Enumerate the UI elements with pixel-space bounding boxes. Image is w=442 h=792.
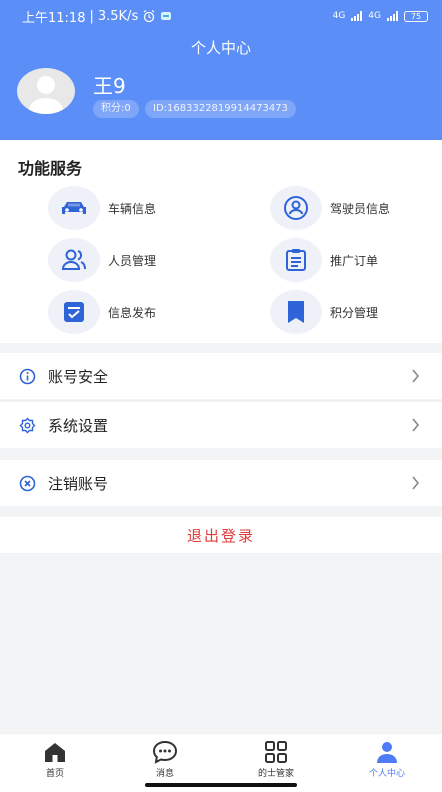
service-vehicle-info[interactable]: 车辆信息 xyxy=(48,186,156,230)
tab-messages[interactable]: 消息 xyxy=(125,740,205,779)
home-indicator xyxy=(145,783,297,787)
status-time: 上午11:18 xyxy=(22,10,86,26)
chevron-right-icon xyxy=(412,418,420,432)
service-driver-info[interactable]: 驾驶员信息 xyxy=(270,186,390,230)
signal-icon-2 xyxy=(387,11,398,21)
user-icon xyxy=(377,742,397,763)
system-settings-row[interactable]: 系统设置 xyxy=(0,402,442,448)
settings-icon xyxy=(19,417,36,434)
points-badge: 积分:0 xyxy=(93,100,139,118)
app-notification-icon xyxy=(161,12,172,20)
avatar[interactable] xyxy=(17,68,75,114)
tab-label: 首页 xyxy=(45,769,64,779)
logout-button[interactable]: 退出登录 xyxy=(0,517,442,553)
home-icon xyxy=(45,743,65,762)
account-security-label: 账号安全 xyxy=(48,367,109,386)
service-personnel[interactable]: 人员管理 xyxy=(48,238,156,282)
service-label: 推广订单 xyxy=(330,253,379,268)
network-type-1: 4G xyxy=(332,11,346,21)
clipboard-icon xyxy=(286,249,306,271)
driver-icon xyxy=(284,196,308,220)
tab-label: 个人中心 xyxy=(368,769,405,779)
tab-label: 消息 xyxy=(155,769,174,779)
user-id-badge: ID:1683322819914473473 xyxy=(145,100,296,118)
chevron-right-icon xyxy=(412,369,420,383)
services-title: 功能服务 xyxy=(18,159,83,178)
username: 王9 xyxy=(93,74,126,98)
profile-header: 上午11:18 | 3.5K/s 4G 4G 75 个人中心 王9 积分:0 I… xyxy=(0,0,442,140)
service-label: 积分管理 xyxy=(330,305,379,320)
service-label: 人员管理 xyxy=(108,253,157,268)
service-points-mgmt[interactable]: 积分管理 xyxy=(270,290,378,334)
service-label: 信息发布 xyxy=(108,305,157,320)
divider xyxy=(0,400,442,401)
cancel-account-row[interactable]: 注销账号 xyxy=(0,460,442,506)
signal-icon xyxy=(351,11,363,21)
system-settings-label: 系统设置 xyxy=(48,416,109,435)
account-security-row[interactable]: 账号安全 xyxy=(0,353,442,399)
cancel-account-label: 注销账号 xyxy=(48,474,109,493)
tab-taxi-manager[interactable]: 的士管家 xyxy=(236,740,316,779)
grid-icon xyxy=(265,741,287,763)
message-icon xyxy=(152,740,178,764)
info-icon xyxy=(19,368,36,385)
people-icon xyxy=(61,249,86,270)
publish-icon xyxy=(64,302,84,322)
service-publish-info[interactable]: 信息发布 xyxy=(48,290,156,334)
car-icon xyxy=(62,202,86,214)
tab-label: 的士管家 xyxy=(257,769,294,779)
network-type-2: 4G xyxy=(368,11,381,21)
status-bar: 上午11:18 | 3.5K/s 4G 4G 75 xyxy=(0,0,442,32)
chevron-right-icon xyxy=(412,476,420,490)
network-speed: 3.5K/s xyxy=(97,8,139,24)
service-promo-orders[interactable]: 推广订单 xyxy=(270,238,378,282)
tab-profile[interactable]: 个人中心 xyxy=(347,740,427,779)
bookmark-icon xyxy=(288,301,304,323)
tab-home[interactable]: 首页 xyxy=(15,740,95,779)
battery-icon: 75 xyxy=(404,10,428,22)
alarm-icon xyxy=(143,10,155,23)
service-label: 车辆信息 xyxy=(108,201,157,216)
service-label: 驾驶员信息 xyxy=(330,201,391,216)
close-circle-icon xyxy=(19,475,36,492)
page-title: 个人中心 xyxy=(190,39,251,57)
